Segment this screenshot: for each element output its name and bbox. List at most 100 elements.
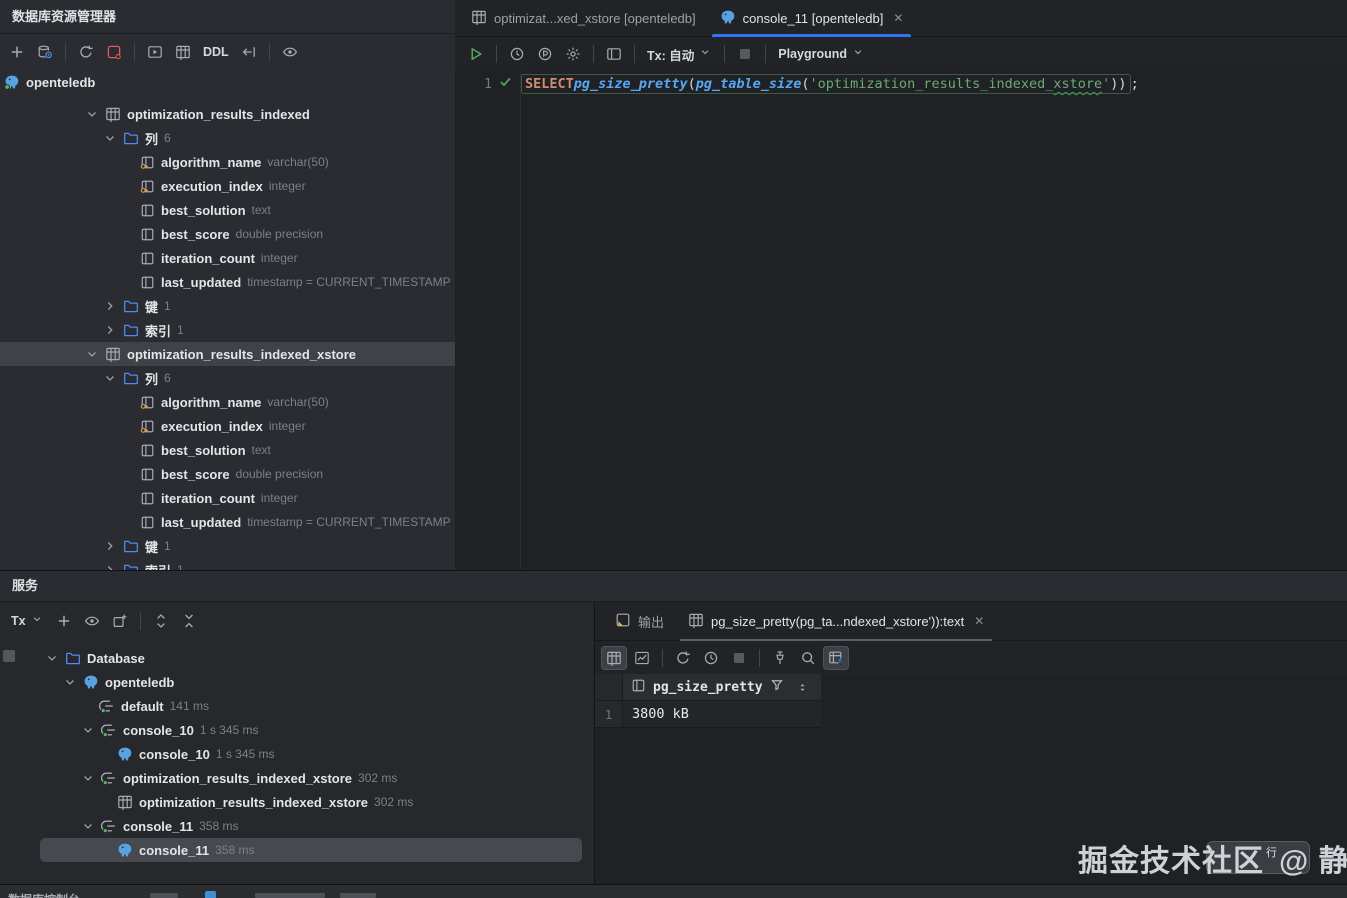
editor-layout-icon[interactable]: [601, 42, 627, 66]
jump-to-console-icon[interactable]: [142, 40, 168, 64]
column-sort-icon[interactable]: [796, 681, 809, 694]
add-service-icon[interactable]: [51, 609, 77, 633]
close-icon[interactable]: ✕: [893, 11, 903, 25]
tree-item-last-updated[interactable]: last_updated timestamp = CURRENT_TIMESTAM…: [0, 270, 455, 294]
toolbar-separator: [765, 45, 767, 63]
tree-item-iteration-count[interactable]: iteration_count integer: [0, 486, 455, 510]
cell-value[interactable]: 3800 kB: [623, 701, 821, 727]
tree-item-best-score[interactable]: best_score double precision: [0, 222, 455, 246]
tree-item-meta: double precision: [235, 467, 324, 481]
tree-item-console-11[interactable]: console_11 358 ms: [0, 814, 594, 838]
tree-item-label: optimization_results_indexed_xstore: [127, 346, 357, 362]
playground-select[interactable]: Playground: [773, 46, 870, 62]
statement-terminator: ;: [1130, 76, 1139, 92]
editor-toolbar: Tx: 自动 Playground: [455, 37, 1347, 72]
tree-item-索引[interactable]: 索引 1: [0, 318, 455, 342]
add-data-source-icon[interactable]: [4, 40, 30, 64]
tree-item-last-updated[interactable]: last_updated timestamp = CURRENT_TIMESTAM…: [0, 510, 455, 534]
status-smudge: [255, 893, 325, 898]
tree-item-列[interactable]: 列6: [0, 126, 455, 150]
tree-item-best-solution[interactable]: best_solution text: [0, 198, 455, 222]
view-options-icon[interactable]: [277, 40, 303, 64]
tree-item-database[interactable]: Database: [0, 646, 594, 670]
sql-editor[interactable]: 1 SELECT pg_size_pretty(pg_table_size('o…: [455, 70, 1347, 570]
tx-mode-select[interactable]: Tx: 自动: [642, 45, 717, 64]
tree-item-openteledb[interactable]: openteledb: [0, 670, 594, 694]
grid-data-row[interactable]: 1 3800 kB: [595, 701, 821, 728]
chevron-open-icon[interactable]: [85, 107, 99, 121]
tx-filter[interactable]: Tx: [6, 613, 49, 629]
close-icon[interactable]: ✕: [974, 614, 984, 628]
tree-item-algorithm-name[interactable]: algorithm_name varchar(50): [0, 390, 455, 414]
tab-optimizat-xed-xstore-openteledb[interactable]: optimizat...xed_xstore [openteledb]: [459, 0, 708, 36]
stop-query-icon[interactable]: [732, 42, 758, 66]
tree-item-execution-index[interactable]: execution_index integer: [0, 414, 455, 438]
chevron-open-icon[interactable]: [63, 675, 77, 689]
tree-item-console-11[interactable]: console_11 358 ms: [0, 838, 594, 862]
open-in-new-tab-icon[interactable]: [107, 609, 133, 633]
tab-console-11-openteledb[interactable]: console_11 [openteledb] ✕: [708, 0, 916, 37]
collapse-all-icon[interactable]: [176, 609, 202, 633]
ddl-button[interactable]: DDL: [198, 45, 234, 59]
tree-item-optimization-results-indexed-xstore[interactable]: optimization_results_indexed_xstore 302 m…: [0, 766, 594, 790]
tree-item-execution-index[interactable]: execution_index integer: [0, 174, 455, 198]
chevron-open-icon[interactable]: [85, 347, 99, 361]
find-icon[interactable]: [795, 646, 821, 670]
column-filter-icon[interactable]: [770, 678, 784, 696]
console-settings-icon[interactable]: [560, 42, 586, 66]
open-table-icon[interactable]: [170, 40, 196, 64]
tab-输出[interactable]: 输出: [603, 602, 676, 640]
run-query-icon[interactable]: [463, 42, 489, 66]
chart-view-icon[interactable]: [629, 646, 655, 670]
stop-icon[interactable]: [726, 646, 752, 670]
chevron-closed-icon[interactable]: [103, 299, 117, 313]
tree-item-best-solution[interactable]: best_solution text: [0, 438, 455, 462]
tree-item-label: best_solution: [161, 442, 246, 458]
chevron-open-icon[interactable]: [81, 819, 95, 833]
query-history-icon[interactable]: [504, 42, 530, 66]
tree-item-openteledb[interactable]: openteledb: [0, 70, 455, 94]
tree-item-键[interactable]: 键1: [0, 294, 455, 318]
pin-tab-icon[interactable]: [767, 646, 793, 670]
tree-item-optimization-results-indexed-xstore[interactable]: optimization_results_indexed_xstore 302 m…: [0, 790, 594, 814]
filter-view-icon[interactable]: [823, 646, 849, 670]
tree-item-default[interactable]: default 141 ms: [0, 694, 594, 718]
history-icon[interactable]: [698, 646, 724, 670]
tree-item-optimization-results-indexed[interactable]: optimization_results_indexed: [0, 102, 455, 126]
sql-token: (: [801, 76, 810, 92]
tree-item-键[interactable]: 键1: [0, 534, 455, 558]
disconnect-icon[interactable]: [101, 40, 127, 64]
chevron-open-icon[interactable]: [103, 131, 117, 145]
chevron-open-icon[interactable]: [81, 771, 95, 785]
tree-item-optimization-results-indexed-xstore[interactable]: optimization_results_indexed_xstore: [0, 342, 455, 366]
grid-row-number-header[interactable]: [595, 674, 623, 701]
chevron-open-icon[interactable]: [103, 371, 117, 385]
tree-item-meta: double precision: [235, 227, 324, 241]
tree-item-列[interactable]: 列6: [0, 366, 455, 390]
chevron-closed-icon[interactable]: [103, 563, 117, 570]
tree-item-iteration-count[interactable]: iteration_count integer: [0, 246, 455, 270]
explain-plan-icon[interactable]: [532, 42, 558, 66]
tree-item-label: console_11: [139, 842, 210, 858]
chevron-open-icon[interactable]: [45, 651, 59, 665]
chevron-closed-icon[interactable]: [103, 323, 117, 337]
refresh-icon[interactable]: [73, 40, 99, 64]
tab-pg-size-pretty-pg-ta-ndexed-xstore-text[interactable]: pg_size_pretty(pg_ta...ndexed_xstore')):…: [676, 602, 996, 641]
chevron-down-icon: [852, 46, 865, 62]
tree-item-best-score[interactable]: best_score double precision: [0, 462, 455, 486]
sql-statement-line[interactable]: SELECT pg_size_pretty(pg_table_size('opt…: [521, 72, 1139, 96]
view-options-icon[interactable]: [79, 609, 105, 633]
tree-item-console-10[interactable]: console_10 1 s 345 ms: [0, 718, 594, 742]
jump-to-ddl-icon[interactable]: [236, 40, 262, 64]
tree-item-console-10[interactable]: console_10 1 s 345 ms: [0, 742, 594, 766]
data-source-properties-icon[interactable]: [32, 40, 58, 64]
expand-all-icon[interactable]: [148, 609, 174, 633]
chevron-closed-icon[interactable]: [103, 539, 117, 553]
reload-data-icon[interactable]: [670, 646, 696, 670]
tree-item-algorithm-name[interactable]: algorithm_name varchar(50): [0, 150, 455, 174]
sql-token: pg_size_pretty: [573, 76, 688, 92]
grid-column-header[interactable]: pg_size_pretty: [623, 674, 821, 701]
tree-item-索引[interactable]: 索引 1: [0, 558, 455, 570]
grid-view-icon[interactable]: [601, 646, 627, 670]
chevron-open-icon[interactable]: [81, 723, 95, 737]
